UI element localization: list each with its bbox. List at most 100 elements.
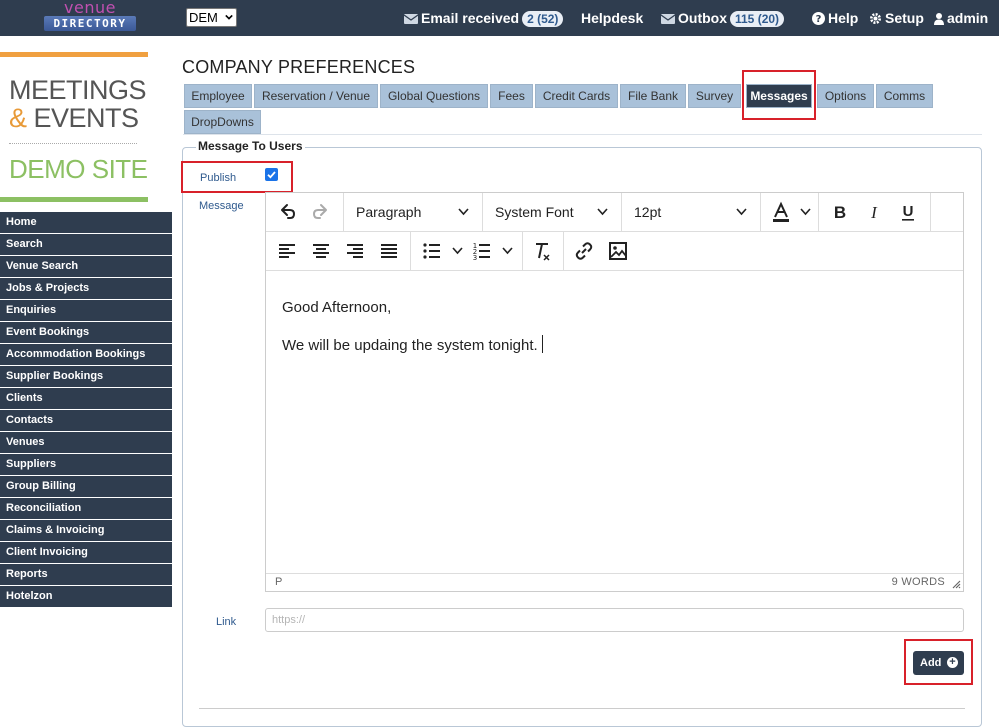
align-left-icon[interactable]: [274, 238, 300, 264]
tab-credit-cards[interactable]: Credit Cards: [535, 84, 618, 108]
brand-line2: EVENTS: [33, 103, 140, 133]
site-select[interactable]: DEM: [186, 8, 237, 27]
brand-site-name: DEMO SITE: [9, 154, 148, 184]
link-input[interactable]: [265, 608, 964, 632]
sidebar-item-suppliers[interactable]: Suppliers: [0, 454, 172, 475]
outbox-link[interactable]: Outbox 115 (20): [661, 10, 785, 27]
block-format-dropdown[interactable]: Paragraph: [356, 204, 421, 220]
chevron-down-icon[interactable]: [458, 208, 469, 216]
site-select-value: DEM: [189, 10, 218, 25]
bold-icon[interactable]: B: [827, 199, 853, 225]
image-icon[interactable]: [605, 238, 631, 264]
helpdesk-link[interactable]: Helpdesk: [581, 10, 643, 26]
tab-fees[interactable]: Fees: [490, 84, 533, 108]
link-icon[interactable]: [571, 238, 597, 264]
brand-divider: [9, 143, 137, 144]
sidebar-nav: Home Search Venue Search Jobs & Projects…: [0, 212, 172, 608]
fieldset-legend: Message To Users: [196, 139, 305, 153]
sidebar-item-hotelzon[interactable]: Hotelzon: [0, 586, 172, 607]
sidebar-item-home[interactable]: Home: [0, 212, 172, 233]
help-link[interactable]: ? Help: [812, 10, 858, 26]
content-line-2: We will be updaing the system tonight.: [282, 327, 543, 365]
sidebar-item-clients[interactable]: Clients: [0, 388, 172, 409]
chevron-down-icon: [225, 14, 233, 20]
highlight-messages-tab: [742, 70, 816, 120]
undo-icon[interactable]: [274, 199, 300, 225]
envelope-icon: [404, 14, 418, 24]
brand-name: MEETINGS & EVENTS: [9, 76, 147, 133]
bullet-list-icon[interactable]: [419, 238, 445, 264]
setup-link[interactable]: Setup: [869, 10, 924, 26]
email-received-label: Email received: [421, 10, 520, 26]
content-line-2-text: We will be updaing the system tonight.: [282, 337, 538, 354]
tabs-divider: [183, 134, 982, 135]
sidebar-item-enquiries[interactable]: Enquiries: [0, 300, 172, 321]
italic-icon[interactable]: I: [861, 199, 887, 225]
font-family-dropdown[interactable]: System Font: [495, 204, 574, 220]
text-color-icon[interactable]: [768, 199, 794, 225]
tab-file-bank[interactable]: File Bank: [620, 84, 686, 108]
underline-icon[interactable]: U: [895, 199, 921, 225]
editor-toolbar-row-2: 123: [266, 232, 963, 271]
chevron-down-icon[interactable]: [800, 208, 811, 216]
sidebar-item-event-bookings[interactable]: Event Bookings: [0, 322, 172, 343]
sidebar-item-jobs-projects[interactable]: Jobs & Projects: [0, 278, 172, 299]
align-center-icon[interactable]: [308, 238, 334, 264]
outbox-label: Outbox: [678, 10, 727, 26]
sidebar-item-claims-invoicing[interactable]: Claims & Invoicing: [0, 520, 172, 541]
sidebar-item-supplier-bookings[interactable]: Supplier Bookings: [0, 366, 172, 387]
tab-reservation-venue[interactable]: Reservation / Venue: [254, 84, 378, 108]
redo-icon[interactable]: [308, 199, 334, 225]
sidebar-item-venue-search[interactable]: Venue Search: [0, 256, 172, 277]
tab-dropdowns[interactable]: DropDowns: [184, 110, 261, 134]
tab-survey[interactable]: Survey: [688, 84, 741, 108]
tab-global-questions[interactable]: Global Questions: [380, 84, 488, 108]
sidebar-item-group-billing[interactable]: Group Billing: [0, 476, 172, 497]
chevron-down-icon[interactable]: [736, 208, 747, 216]
svg-text:U: U: [903, 203, 914, 220]
align-justify-icon[interactable]: [376, 238, 402, 264]
clear-formatting-icon[interactable]: [529, 238, 555, 264]
setup-label: Setup: [885, 10, 924, 26]
chevron-down-icon[interactable]: [502, 247, 513, 255]
chevron-down-icon[interactable]: [597, 208, 608, 216]
brand-top-bar: [0, 52, 148, 57]
svg-text:I: I: [870, 203, 878, 222]
sidebar-item-accommodation-bookings[interactable]: Accommodation Bookings: [0, 344, 172, 365]
site-brand: MEETINGS & EVENTS DEMO SITE: [0, 52, 148, 202]
element-path[interactable]: P: [275, 576, 282, 588]
sidebar-item-reports[interactable]: Reports: [0, 564, 172, 585]
highlight-publish: [181, 161, 293, 193]
brand-bottom-bar: [0, 197, 148, 202]
resize-handle-icon[interactable]: [951, 579, 961, 589]
email-count-badge: 2 (52): [522, 11, 564, 27]
tab-options[interactable]: Options: [817, 84, 874, 108]
sidebar-item-contacts[interactable]: Contacts: [0, 410, 172, 431]
toolbar-separator: [482, 193, 483, 231]
toolbar-separator: [818, 193, 819, 231]
editor-content[interactable]: Good Afternoon, We will be updaing the s…: [282, 289, 543, 365]
svg-text:3: 3: [473, 254, 477, 262]
sidebar-item-client-invoicing[interactable]: Client Invoicing: [0, 542, 172, 563]
toolbar-separator: [563, 232, 564, 270]
chevron-down-icon[interactable]: [452, 247, 463, 255]
brand-amp: &: [9, 103, 27, 133]
tab-employee[interactable]: Employee: [184, 84, 252, 108]
numbered-list-icon[interactable]: 123: [469, 238, 495, 264]
align-right-icon[interactable]: [342, 238, 368, 264]
svg-text:?: ?: [816, 14, 822, 25]
helpdesk-label: Helpdesk: [581, 10, 644, 26]
rich-text-editor: Paragraph System Font 12pt B I U 123 Goo…: [265, 192, 964, 592]
sidebar-item-reconciliation[interactable]: Reconciliation: [0, 498, 172, 519]
sidebar-item-venues[interactable]: Venues: [0, 432, 172, 453]
sidebar-item-search[interactable]: Search: [0, 234, 172, 255]
email-received-link[interactable]: Email received 2 (52): [404, 10, 564, 27]
form-bottom-divider: [199, 708, 965, 709]
message-label: Message: [199, 200, 244, 212]
editor-statusbar: P 9 WORDS: [266, 573, 963, 591]
venue-directory-logo[interactable]: venue DIRECTORY: [44, 0, 136, 33]
help-label: Help: [828, 10, 859, 26]
user-menu[interactable]: admin: [934, 10, 988, 26]
tab-comms[interactable]: Comms: [876, 84, 933, 108]
font-size-dropdown[interactable]: 12pt: [634, 204, 661, 220]
